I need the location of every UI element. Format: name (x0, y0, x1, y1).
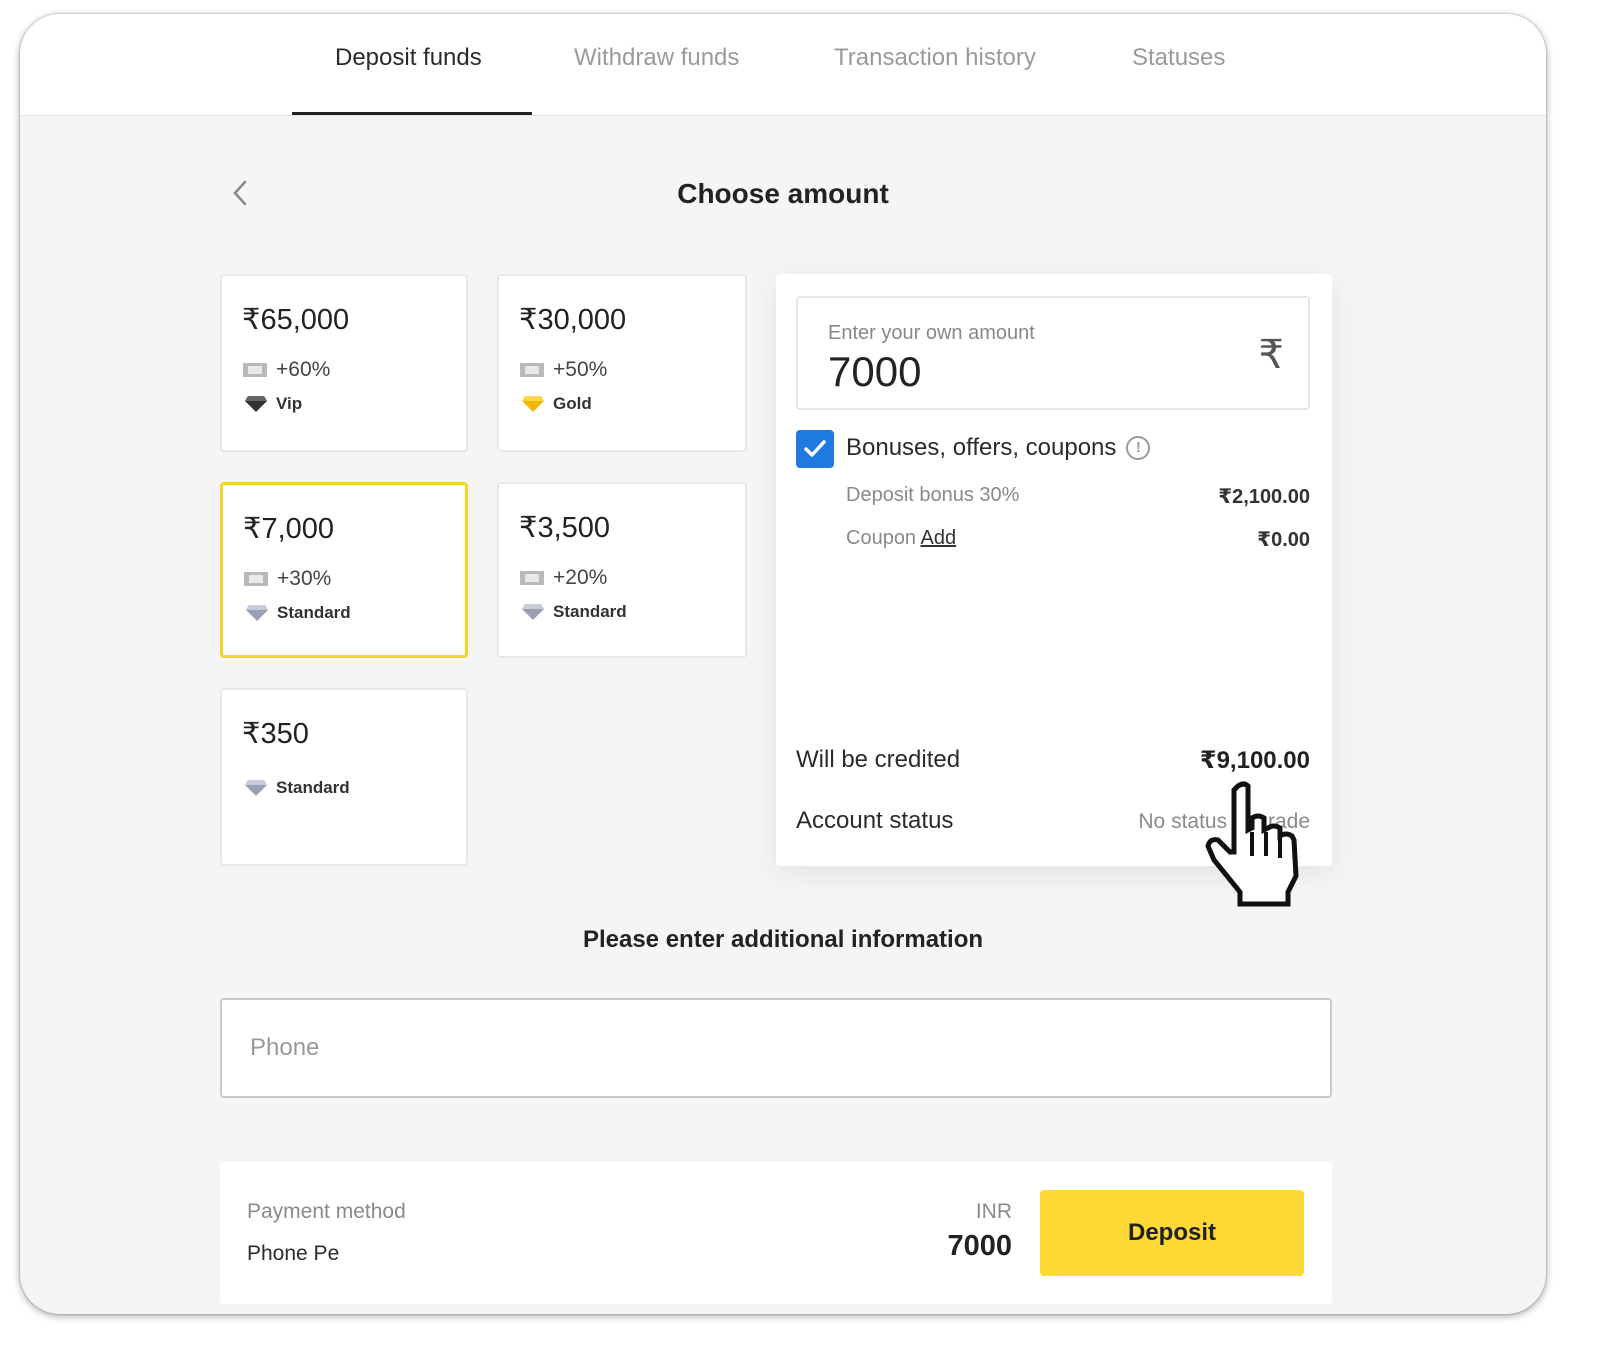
standard-gem-icon (522, 604, 544, 620)
additional-info-title: Please enter additional information (582, 926, 984, 953)
card-level-label: Standard (277, 603, 351, 622)
tab-transaction-history[interactable]: Transaction history (834, 44, 1036, 72)
standard-gem-icon (245, 780, 267, 796)
add-coupon-link[interactable]: Add (921, 527, 957, 549)
credited-value: ₹9,100.00 (1199, 747, 1310, 774)
currency-label: INR (975, 1200, 1012, 1223)
custom-amount-label: Enter your own amount (828, 322, 1035, 344)
tab-statuses[interactable]: Statuses (1132, 44, 1225, 72)
bonus-title: Bonuses, offers, coupons (846, 434, 1117, 461)
account-status-label: Account status (796, 807, 954, 834)
card-amount: ₹30,000 (519, 304, 627, 336)
card-bonus-percent: +20% (553, 566, 608, 589)
payment-amount: 7000 (947, 1230, 1012, 1262)
card-bonus-percent: +50% (553, 358, 608, 381)
custom-amount-field[interactable]: Enter your own amount 7000 ₹ (796, 296, 1310, 410)
info-icon[interactable]: ! (1126, 436, 1151, 460)
coupon-value: ₹0.00 (1257, 529, 1310, 551)
checkmark-icon (804, 440, 826, 457)
payment-method-label: Payment method (247, 1200, 406, 1223)
tab-bar: Deposit funds Withdraw funds Transaction… (20, 14, 1546, 116)
tab-deposit-funds[interactable]: Deposit funds (335, 44, 482, 72)
amount-card-7000[interactable]: ₹7,000 +30% Standard (220, 482, 468, 658)
rupee-icon: ₹ (1258, 333, 1284, 377)
deposit-bonus-label: Deposit bonus 30% (846, 484, 1020, 506)
amount-card-65000[interactable]: ₹65,000 +60% Vip (220, 274, 468, 452)
card-amount: ₹3,500 (519, 512, 611, 544)
amount-card-30000[interactable]: ₹30,000 +50% Gold (497, 274, 747, 452)
bonus-ticket-icon (520, 363, 544, 377)
page-title: Choose amount (677, 178, 889, 209)
custom-amount-value[interactable]: 7000 (828, 348, 921, 396)
payment-bar: Payment method Phone Pe INR 7000 Deposit (220, 1162, 1332, 1304)
card-amount: ₹7,000 (243, 513, 335, 545)
vip-gem-icon (245, 396, 267, 412)
payment-method-value: Phone Pe (247, 1242, 340, 1265)
bonus-ticket-icon (244, 572, 268, 586)
deposit-button[interactable]: Deposit (1040, 1190, 1304, 1276)
deposit-summary-panel: Enter your own amount 7000 ₹ Bonuses, of… (776, 274, 1332, 866)
deposit-bonus-value: ₹2,100.00 (1218, 486, 1310, 508)
deposit-window: Deposit funds Withdraw funds Transaction… (20, 14, 1546, 1314)
active-tab-indicator (292, 112, 532, 115)
card-bonus-percent: +30% (277, 567, 332, 590)
gold-gem-icon (522, 396, 544, 412)
amount-card-3500[interactable]: ₹3,500 +20% Standard (497, 482, 747, 658)
bonus-ticket-icon (520, 571, 544, 585)
card-level-label: Standard (553, 602, 627, 621)
bonus-ticket-icon (243, 363, 267, 377)
card-amount: ₹65,000 (242, 304, 350, 336)
card-amount: ₹350 (242, 718, 309, 750)
card-bonus-percent: +60% (276, 358, 331, 381)
card-level-label: Standard (276, 778, 350, 797)
card-level-label: Vip (276, 394, 303, 413)
coupon-label: Coupon (846, 527, 917, 549)
card-level-label: Gold (553, 394, 592, 413)
credited-label: Will be credited (796, 746, 961, 773)
standard-gem-icon (246, 605, 268, 621)
amount-card-350[interactable]: ₹350 Standard (220, 688, 468, 866)
tab-withdraw-funds[interactable]: Withdraw funds (574, 44, 739, 72)
account-status-value: No status upgrade (1138, 810, 1310, 833)
phone-input[interactable] (220, 998, 1332, 1098)
bonus-checkbox[interactable] (796, 430, 834, 468)
